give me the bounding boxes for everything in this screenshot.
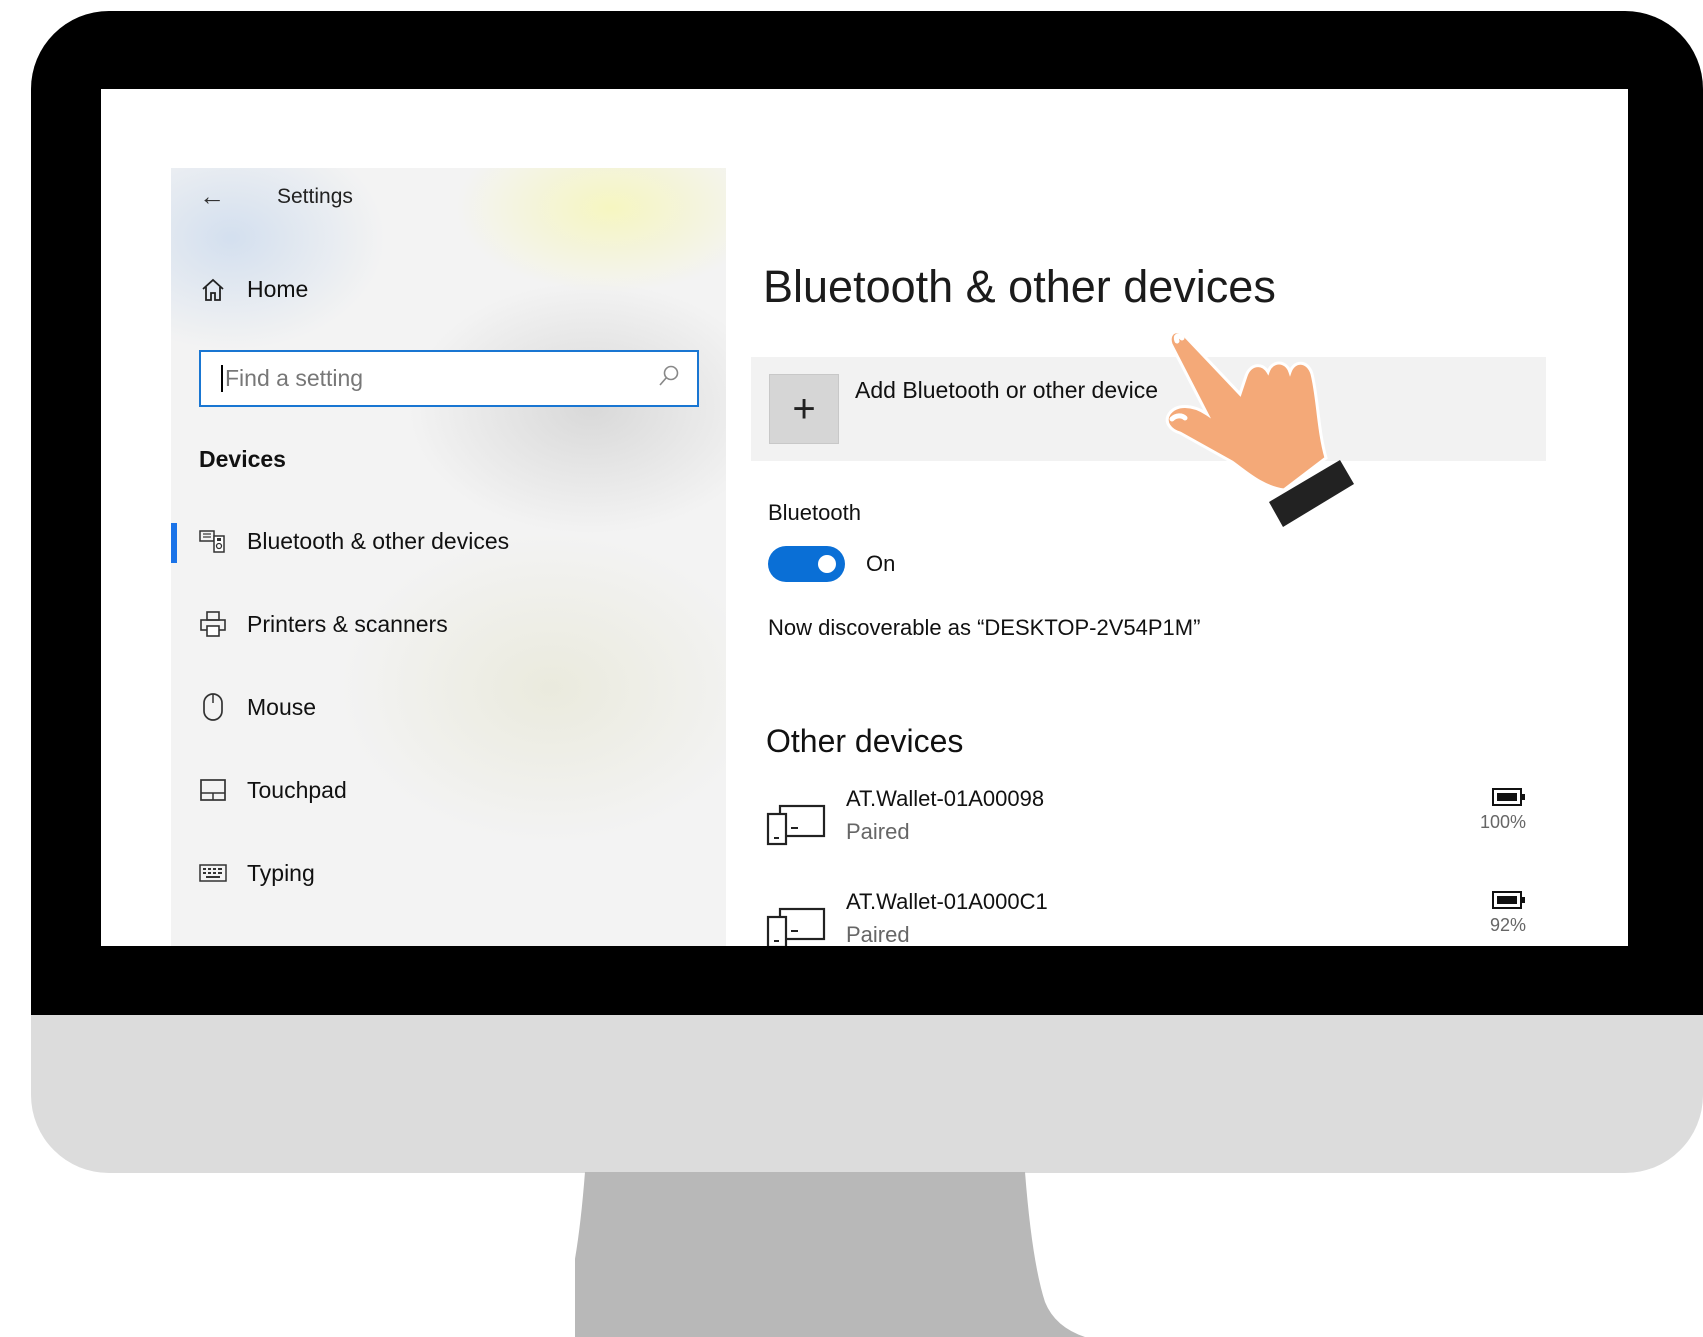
- back-row: ← Settings: [199, 181, 353, 212]
- device-icon: [766, 903, 826, 946]
- bluetooth-toggle-state: On: [866, 551, 896, 576]
- monitor-stand: [575, 1172, 1085, 1337]
- device-name: AT.Wallet-01A00098: [846, 786, 1045, 811]
- device-status: Paired: [846, 922, 910, 946]
- bluetooth-devices-icon: [199, 528, 227, 554]
- printer-icon: [199, 610, 227, 638]
- bluetooth-toggle[interactable]: [768, 546, 845, 582]
- battery-indicator: 100%: [1466, 788, 1526, 833]
- monitor-chin: [31, 1015, 1703, 1173]
- search-input[interactable]: [221, 365, 657, 392]
- settings-sidebar: ← Settings Home Devices Bluetooth & othe…: [171, 168, 726, 946]
- screen: ← Settings Home Devices Bluetooth & othe…: [101, 89, 1628, 946]
- device-item[interactable]: AT.Wallet-01A00098 Paired 100%: [766, 786, 1526, 866]
- battery-icon: [1492, 788, 1525, 806]
- other-devices-title: Other devices: [766, 723, 964, 759]
- sidebar-item-printers[interactable]: Printers & scanners: [171, 594, 726, 654]
- add-device-button[interactable]: +: [769, 374, 839, 444]
- page-title: Bluetooth & other devices: [763, 261, 1276, 312]
- battery-percentage: 92%: [1489, 915, 1526, 935]
- back-arrow-icon[interactable]: ←: [199, 181, 239, 212]
- battery-indicator: 92%: [1466, 891, 1526, 936]
- search-icon[interactable]: [657, 364, 681, 393]
- battery-icon: [1492, 891, 1525, 909]
- sidebar-item-home[interactable]: Home: [199, 276, 308, 303]
- home-label: Home: [247, 276, 309, 302]
- touchpad-icon: [199, 778, 227, 802]
- mouse-icon: [199, 692, 227, 722]
- sidebar-item-bluetooth[interactable]: Bluetooth & other devices: [171, 511, 726, 571]
- add-device-label: Add Bluetooth or other device: [855, 377, 1159, 403]
- device-icon: [766, 800, 826, 853]
- device-status: Paired: [846, 819, 910, 844]
- sidebar-item-label: Typing: [247, 859, 315, 886]
- sidebar-item-touchpad[interactable]: Touchpad: [171, 760, 726, 820]
- sidebar-item-label: Touchpad: [247, 776, 347, 803]
- bluetooth-label: Bluetooth: [768, 500, 861, 525]
- pointing-hand-icon: [1165, 330, 1354, 527]
- keyboard-icon: [199, 864, 227, 882]
- sidebar-item-label: Bluetooth & other devices: [247, 527, 510, 554]
- sidebar-item-typing[interactable]: Typing: [171, 843, 726, 903]
- settings-title: Settings: [277, 184, 353, 208]
- add-device-row[interactable]: + Add Bluetooth or other device: [751, 357, 1546, 461]
- device-name: AT.Wallet-01A000C1: [846, 889, 1048, 914]
- battery-percentage: 100%: [1479, 812, 1526, 832]
- device-item[interactable]: AT.Wallet-01A000C1 Paired 92%: [766, 889, 1526, 946]
- discoverable-text: Now discoverable as “DESKTOP-2V54P1M”: [768, 615, 1201, 640]
- home-icon: [199, 277, 227, 303]
- plus-icon: +: [792, 386, 816, 431]
- sidebar-item-mouse[interactable]: Mouse: [171, 677, 726, 737]
- sidebar-item-label: Mouse: [247, 693, 317, 720]
- search-box[interactable]: [199, 350, 699, 407]
- section-title-devices: Devices: [199, 446, 286, 472]
- sidebar-item-label: Printers & scanners: [247, 610, 448, 637]
- toggle-knob: [818, 555, 836, 573]
